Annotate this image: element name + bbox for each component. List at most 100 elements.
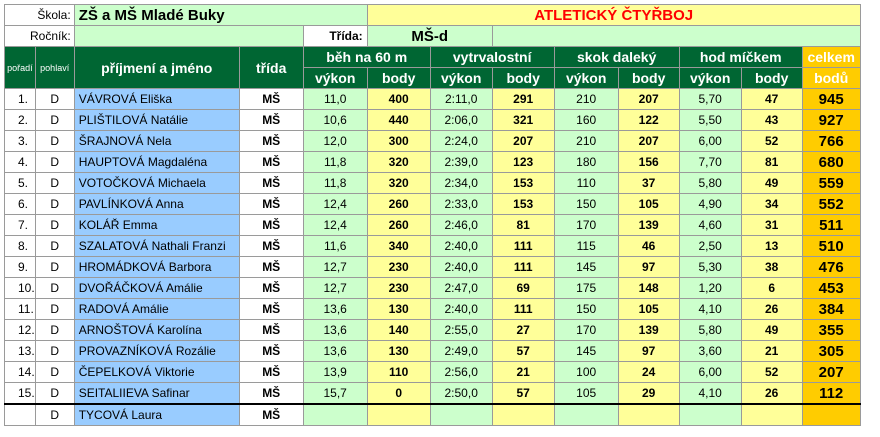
ball-throw-vykon-cell[interactable]: 4,90 xyxy=(678,193,742,215)
gender-cell[interactable]: D xyxy=(34,277,75,299)
rank-cell[interactable]: 9. xyxy=(4,256,36,278)
class-value[interactable]: MŠ-d xyxy=(366,25,493,47)
ball-throw-vykon-cell[interactable]: 3,60 xyxy=(678,340,742,362)
total-cell[interactable]: 510 xyxy=(801,235,861,257)
rank-cell[interactable]: 10. xyxy=(4,277,36,299)
name-cell[interactable]: SEITALIIEVA Safinar xyxy=(73,382,240,405)
sprint-body-cell[interactable]: 140 xyxy=(366,319,431,341)
endurance-body-cell[interactable]: 291 xyxy=(491,88,555,110)
class-cell[interactable]: MŠ xyxy=(238,277,304,299)
ball-throw-vykon-cell[interactable]: 4,10 xyxy=(678,298,742,320)
rank-cell[interactable]: 8. xyxy=(4,235,36,257)
class-cell[interactable]: MŠ xyxy=(238,151,304,173)
class-cell[interactable]: MŠ xyxy=(238,193,304,215)
school-name[interactable]: ZŠ a MŠ Mladé Buky xyxy=(73,4,368,26)
sprint-body-cell[interactable]: 400 xyxy=(366,88,431,110)
long-jump-body-cell[interactable]: 105 xyxy=(617,193,680,215)
long-jump-body-cell[interactable]: 37 xyxy=(617,172,680,194)
total-cell[interactable] xyxy=(801,403,861,426)
sprint-body-cell[interactable]: 110 xyxy=(366,361,431,383)
ball-throw-vykon-cell[interactable]: 5,80 xyxy=(678,172,742,194)
rank-cell[interactable]: 11. xyxy=(4,298,36,320)
ball-throw-body-cell[interactable]: 43 xyxy=(740,109,803,131)
class-cell[interactable]: MŠ xyxy=(238,382,304,405)
endurance-body-cell[interactable]: 153 xyxy=(491,193,555,215)
name-cell[interactable]: DVOŘÁČKOVÁ Amálie xyxy=(73,277,240,299)
long-jump-vykon-cell[interactable]: 100 xyxy=(553,361,619,383)
sprint-vykon-cell[interactable]: 11,0 xyxy=(302,88,368,110)
year-value[interactable] xyxy=(73,25,304,47)
name-cell[interactable]: RADOVÁ Amálie xyxy=(73,298,240,320)
sprint-vykon-cell[interactable]: 11,6 xyxy=(302,235,368,257)
long-jump-vykon-cell[interactable]: 175 xyxy=(553,277,619,299)
rank-cell[interactable]: 14. xyxy=(4,361,36,383)
ball-throw-body-cell[interactable]: 47 xyxy=(740,88,803,110)
ball-throw-vykon-cell[interactable]: 2,50 xyxy=(678,235,742,257)
long-jump-vykon-cell[interactable]: 210 xyxy=(553,88,619,110)
ball-throw-vykon-cell[interactable] xyxy=(678,403,742,426)
name-cell[interactable]: TYCOVÁ Laura xyxy=(73,403,240,426)
sprint-vykon-cell[interactable]: 15,7 xyxy=(302,382,368,405)
gender-cell[interactable]: D xyxy=(34,214,75,236)
ball-throw-vykon-cell[interactable]: 5,70 xyxy=(678,88,742,110)
sprint-vykon-cell[interactable]: 13,6 xyxy=(302,319,368,341)
gender-cell[interactable]: D xyxy=(34,340,75,362)
sprint-vykon-cell[interactable]: 13,9 xyxy=(302,361,368,383)
gender-cell[interactable]: D xyxy=(34,172,75,194)
long-jump-body-cell[interactable]: 122 xyxy=(617,109,680,131)
sprint-vykon-cell[interactable]: 12,4 xyxy=(302,193,368,215)
rank-cell[interactable]: 13. xyxy=(4,340,36,362)
sprint-body-cell[interactable]: 130 xyxy=(366,298,431,320)
ball-throw-vykon-cell[interactable]: 4,60 xyxy=(678,214,742,236)
total-cell[interactable]: 927 xyxy=(801,109,861,131)
rank-cell[interactable]: 5. xyxy=(4,172,36,194)
ball-throw-vykon-cell[interactable]: 1,20 xyxy=(678,277,742,299)
ball-throw-body-cell[interactable]: 49 xyxy=(740,172,803,194)
gender-cell[interactable]: D xyxy=(34,382,75,405)
sprint-vykon-cell[interactable]: 12,0 xyxy=(302,130,368,152)
endurance-vykon-cell[interactable]: 2:50,0 xyxy=(429,382,493,405)
rank-cell[interactable]: 7. xyxy=(4,214,36,236)
ball-throw-body-cell[interactable]: 34 xyxy=(740,193,803,215)
name-cell[interactable]: HROMÁDKOVÁ Barbora xyxy=(73,256,240,278)
endurance-vykon-cell[interactable]: 2:34,0 xyxy=(429,172,493,194)
long-jump-body-cell[interactable] xyxy=(617,403,680,426)
ball-throw-body-cell[interactable]: 13 xyxy=(740,235,803,257)
long-jump-vykon-cell[interactable]: 170 xyxy=(553,214,619,236)
long-jump-vykon-cell[interactable]: 110 xyxy=(553,172,619,194)
long-jump-body-cell[interactable]: 156 xyxy=(617,151,680,173)
endurance-vykon-cell[interactable]: 2:11,0 xyxy=(429,88,493,110)
long-jump-body-cell[interactable]: 148 xyxy=(617,277,680,299)
total-cell[interactable]: 476 xyxy=(801,256,861,278)
class-cell[interactable]: MŠ xyxy=(238,298,304,320)
endurance-vykon-cell[interactable]: 2:40,0 xyxy=(429,256,493,278)
name-cell[interactable]: VOTOČKOVÁ Michaela xyxy=(73,172,240,194)
total-cell[interactable]: 559 xyxy=(801,172,861,194)
long-jump-body-cell[interactable]: 207 xyxy=(617,130,680,152)
endurance-body-cell[interactable]: 207 xyxy=(491,130,555,152)
class-cell[interactable]: MŠ xyxy=(238,235,304,257)
total-cell[interactable]: 680 xyxy=(801,151,861,173)
class-cell[interactable]: MŠ xyxy=(238,130,304,152)
sprint-vykon-cell[interactable]: 13,6 xyxy=(302,298,368,320)
ball-throw-body-cell[interactable] xyxy=(740,403,803,426)
long-jump-body-cell[interactable]: 46 xyxy=(617,235,680,257)
class-cell[interactable]: MŠ xyxy=(238,403,304,426)
rank-cell[interactable]: 1. xyxy=(4,88,36,110)
class-cell[interactable]: MŠ xyxy=(238,340,304,362)
name-cell[interactable]: ČEPELKOVÁ Viktorie xyxy=(73,361,240,383)
name-cell[interactable]: SZALATOVÁ Nathali Franzi xyxy=(73,235,240,257)
name-cell[interactable]: PAVLÍNKOVÁ Anna xyxy=(73,193,240,215)
total-cell[interactable]: 766 xyxy=(801,130,861,152)
long-jump-body-cell[interactable]: 29 xyxy=(617,382,680,405)
sprint-vykon-cell[interactable]: 12,4 xyxy=(302,214,368,236)
ball-throw-vykon-cell[interactable]: 5,50 xyxy=(678,109,742,131)
long-jump-vykon-cell[interactable]: 145 xyxy=(553,340,619,362)
name-cell[interactable]: ARNOŠTOVÁ Karolína xyxy=(73,319,240,341)
rank-cell[interactable]: 4. xyxy=(4,151,36,173)
endurance-vykon-cell[interactable]: 2:56,0 xyxy=(429,361,493,383)
ball-throw-vykon-cell[interactable]: 5,80 xyxy=(678,319,742,341)
ball-throw-body-cell[interactable]: 52 xyxy=(740,130,803,152)
endurance-body-cell[interactable]: 111 xyxy=(491,298,555,320)
long-jump-vykon-cell[interactable]: 160 xyxy=(553,109,619,131)
